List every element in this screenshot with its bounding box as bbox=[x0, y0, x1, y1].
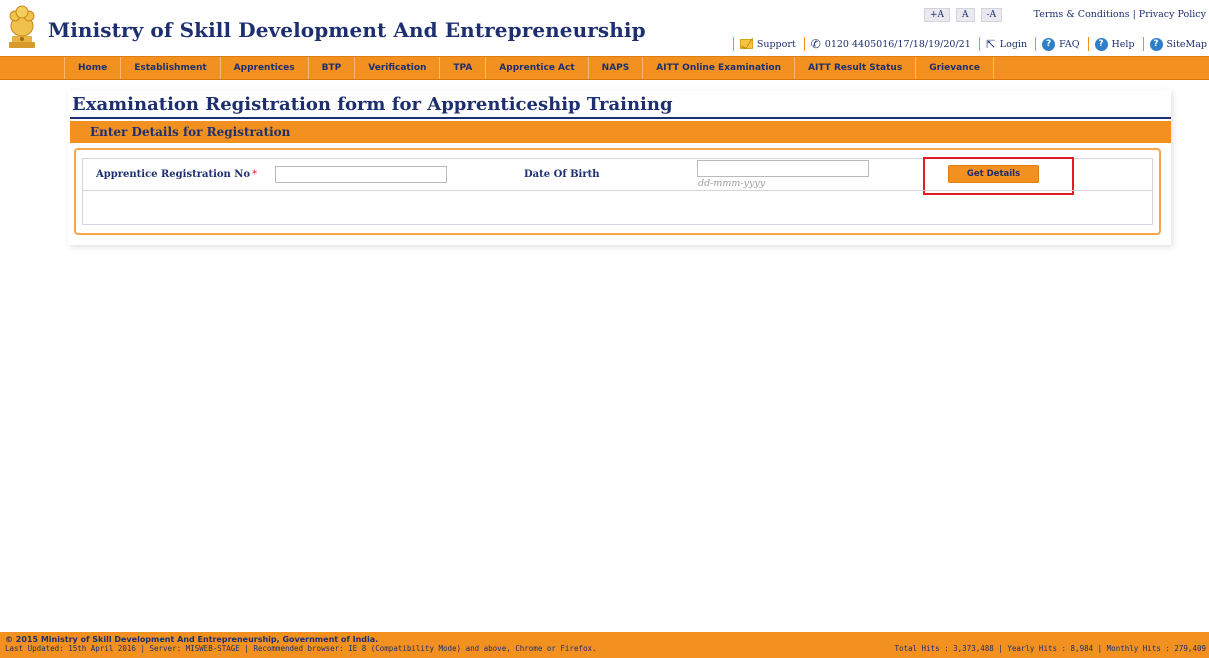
divider bbox=[732, 37, 734, 51]
divider bbox=[1035, 37, 1037, 51]
copyright-text: © 2015 Ministry of Skill Development And… bbox=[5, 635, 379, 644]
help-circle-icon: ? bbox=[1149, 37, 1163, 51]
link-separator: | bbox=[1132, 9, 1136, 20]
phone-info: ✆ 0120 4405016/17/18/19/20/21 bbox=[811, 38, 971, 50]
login-label: Login bbox=[999, 38, 1028, 50]
phone-number: 0120 4405016/17/18/19/20/21 bbox=[824, 38, 971, 50]
national-emblem-icon bbox=[9, 5, 35, 48]
mail-icon bbox=[739, 39, 753, 49]
hit-counter: Total Hits : 3,373,488 | Yearly Hits : 8… bbox=[894, 644, 1206, 653]
help-circle-icon: ? bbox=[1042, 37, 1056, 51]
support-link[interactable]: Support bbox=[739, 38, 796, 50]
nav-item-btp[interactable]: BTP bbox=[309, 57, 356, 79]
dob-label: Date Of Birth bbox=[524, 169, 600, 180]
login-link[interactable]: ⇱ Login bbox=[986, 38, 1027, 50]
nav-item-naps[interactable]: NAPS bbox=[589, 57, 644, 79]
nav-item-aitt-online-examination[interactable]: AITT Online Examination bbox=[643, 57, 796, 79]
main-nav: Home Establishment Apprentices BTP Verif… bbox=[0, 56, 1209, 80]
section-label: Enter Details for Registration bbox=[90, 125, 291, 139]
form-frame: Apprentice Registration No * Date Of Birt… bbox=[74, 148, 1161, 235]
font-size-controls: +A A -A bbox=[924, 8, 1003, 22]
divider bbox=[978, 37, 980, 51]
help-circle-icon: ? bbox=[1094, 37, 1108, 51]
divider bbox=[803, 37, 805, 51]
registration-form: Apprentice Registration No * Date Of Birt… bbox=[82, 157, 1153, 225]
nav-item-verification[interactable]: Verification bbox=[355, 57, 441, 79]
divider bbox=[1142, 37, 1144, 51]
site-header: Ministry of Skill Development And Entrep… bbox=[0, 0, 1209, 55]
privacy-link[interactable]: Privacy Policy bbox=[1139, 9, 1206, 20]
registration-panel: Examination Registration form for Appren… bbox=[68, 90, 1171, 245]
help-label: Help bbox=[1111, 38, 1135, 50]
faq-link[interactable]: ? FAQ bbox=[1042, 37, 1080, 51]
footer-info: © 2015 Ministry of Skill Development And… bbox=[5, 635, 597, 653]
font-reset-button[interactable]: A bbox=[956, 8, 975, 22]
reg-no-label: Apprentice Registration No * bbox=[96, 169, 258, 180]
nav-item-home[interactable]: Home bbox=[64, 57, 122, 79]
section-header: Enter Details for Registration bbox=[70, 121, 1171, 143]
sitemap-link[interactable]: ? SiteMap bbox=[1149, 37, 1207, 51]
nav-items: Home Establishment Apprentices BTP Verif… bbox=[64, 57, 995, 79]
nav-item-grievance[interactable]: Grievance bbox=[916, 57, 995, 79]
date-of-birth-input[interactable] bbox=[697, 160, 869, 177]
last-updated-text: Last Updated: 15th April 2016 | Server: … bbox=[5, 644, 597, 653]
help-link[interactable]: ? Help bbox=[1094, 37, 1135, 51]
nav-item-aitt-result-status[interactable]: AITT Result Status bbox=[795, 57, 917, 79]
nav-item-apprentices[interactable]: Apprentices bbox=[221, 57, 309, 79]
login-icon: ⇱ bbox=[985, 37, 996, 51]
terms-link[interactable]: Terms & Conditions bbox=[1034, 9, 1130, 20]
row-divider bbox=[83, 190, 1152, 191]
utility-bar: Support ✆ 0120 4405016/17/18/19/20/21 ⇱ … bbox=[725, 37, 1207, 51]
required-marker: * bbox=[252, 169, 258, 180]
site-title: Ministry of Skill Development And Entrep… bbox=[48, 18, 646, 42]
font-decrease-button[interactable]: -A bbox=[980, 8, 1003, 22]
date-format-hint: dd-mmm-yyyy bbox=[698, 178, 766, 189]
title-divider bbox=[70, 117, 1171, 119]
font-increase-button[interactable]: +A bbox=[924, 8, 951, 22]
top-links: Terms & Conditions | Privacy Policy bbox=[1034, 9, 1206, 20]
nav-item-tpa[interactable]: TPA bbox=[440, 57, 487, 79]
page-title: Examination Registration form for Appren… bbox=[72, 94, 673, 115]
sitemap-label: SiteMap bbox=[1166, 38, 1207, 50]
nav-item-apprentice-act[interactable]: Apprentice Act bbox=[486, 57, 589, 79]
faq-label: FAQ bbox=[1059, 38, 1080, 50]
phone-icon: ✆ bbox=[810, 37, 821, 51]
registration-number-input[interactable] bbox=[275, 166, 447, 183]
divider bbox=[1087, 37, 1089, 51]
nav-item-establishment[interactable]: Establishment bbox=[121, 57, 221, 79]
support-label: Support bbox=[756, 38, 796, 50]
site-footer: © 2015 Ministry of Skill Development And… bbox=[0, 632, 1209, 658]
